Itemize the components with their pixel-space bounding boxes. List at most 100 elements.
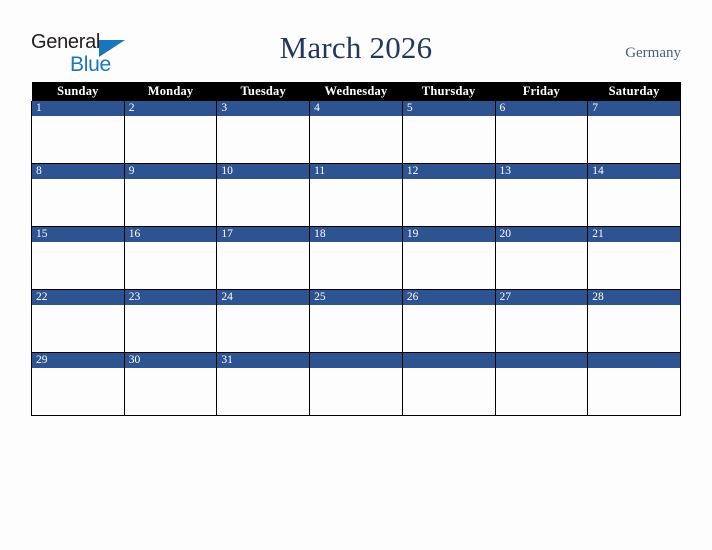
calendar-day-cell[interactable]: 25 (309, 289, 403, 353)
calendar-day-cell[interactable]: 29 (31, 352, 125, 416)
day-events[interactable] (403, 179, 495, 226)
weekday-header-tuesday: Tuesday (216, 82, 310, 101)
day-number: 21 (588, 227, 680, 242)
calendar-body: 1 2 3 4 5 6 7 8 9 10 11 12 13 14 15 16 1… (31, 101, 681, 416)
day-events[interactable] (496, 116, 588, 163)
calendar-day-cell[interactable]: 7 (587, 101, 681, 164)
day-events[interactable] (496, 368, 588, 415)
day-number: 6 (495, 101, 588, 116)
day-number: 12 (402, 164, 495, 179)
day-number: 5 (402, 101, 495, 116)
calendar-day-cell[interactable]: 6 (494, 101, 589, 164)
calendar-day-cell[interactable]: 15 (31, 226, 125, 290)
calendar-day-cell[interactable]: 13 (494, 163, 589, 227)
calendar-week-row: 8 9 10 11 12 13 14 (31, 163, 681, 227)
calendar-day-cell[interactable]: 1 (31, 101, 125, 164)
day-events[interactable] (32, 179, 124, 226)
day-events[interactable] (588, 305, 680, 352)
day-events[interactable] (125, 305, 217, 352)
day-events[interactable] (217, 116, 309, 163)
day-events[interactable] (496, 305, 588, 352)
calendar-day-cell[interactable]: 5 (401, 101, 496, 164)
day-events[interactable] (588, 242, 680, 289)
day-events[interactable] (310, 116, 402, 163)
day-events[interactable] (310, 368, 402, 415)
day-number: 16 (124, 227, 217, 242)
calendar-day-cell[interactable]: 20 (494, 226, 589, 290)
day-number: 22 (32, 290, 124, 305)
day-events[interactable] (403, 368, 495, 415)
day-events[interactable] (310, 305, 402, 352)
weekday-header-monday: Monday (124, 82, 217, 101)
weekday-header-wednesday: Wednesday (309, 82, 403, 101)
calendar-day-cell[interactable]: 8 (31, 163, 125, 227)
calendar-day-cell[interactable]: 4 (309, 101, 403, 164)
day-number: 25 (310, 290, 402, 305)
calendar-grid: Sunday Monday Tuesday Wednesday Thursday… (31, 82, 681, 416)
day-number (310, 353, 402, 368)
day-events[interactable] (310, 242, 402, 289)
day-events[interactable] (588, 368, 680, 415)
calendar-day-cell[interactable]: 26 (401, 289, 496, 353)
day-events[interactable] (496, 242, 588, 289)
day-events[interactable] (403, 305, 495, 352)
day-events[interactable] (217, 305, 309, 352)
day-number: 7 (588, 101, 680, 116)
calendar-day-cell[interactable]: 18 (309, 226, 403, 290)
calendar-page: General Blue March 2026 Germany Sunday M… (0, 0, 712, 550)
calendar-day-cell[interactable]: 16 (123, 226, 218, 290)
day-events[interactable] (588, 179, 680, 226)
calendar-day-cell-empty[interactable] (309, 352, 403, 416)
calendar-day-cell[interactable]: 31 (216, 352, 311, 416)
day-number (588, 353, 680, 368)
day-number: 10 (217, 164, 310, 179)
calendar-day-cell[interactable]: 21 (587, 226, 681, 290)
calendar-day-cell[interactable]: 27 (494, 289, 589, 353)
calendar-day-cell[interactable]: 24 (216, 289, 311, 353)
day-number: 8 (32, 164, 124, 179)
day-number (495, 353, 588, 368)
day-events[interactable] (32, 116, 124, 163)
day-number: 14 (588, 164, 680, 179)
calendar-day-cell[interactable]: 19 (401, 226, 496, 290)
day-events[interactable] (403, 116, 495, 163)
day-events[interactable] (588, 116, 680, 163)
day-number (402, 353, 495, 368)
calendar-day-cell[interactable]: 22 (31, 289, 125, 353)
day-events[interactable] (217, 242, 309, 289)
day-number: 29 (32, 353, 124, 368)
calendar-day-cell[interactable]: 14 (587, 163, 681, 227)
day-number: 20 (495, 227, 588, 242)
day-events[interactable] (496, 179, 588, 226)
calendar-day-cell[interactable]: 17 (216, 226, 311, 290)
calendar-day-cell[interactable]: 10 (216, 163, 311, 227)
day-number: 9 (124, 164, 217, 179)
calendar-day-cell[interactable]: 9 (123, 163, 218, 227)
day-events[interactable] (403, 242, 495, 289)
calendar-day-cell[interactable]: 30 (123, 352, 218, 416)
day-number: 24 (217, 290, 310, 305)
day-events[interactable] (217, 368, 309, 415)
calendar-day-cell[interactable]: 11 (309, 163, 403, 227)
day-events[interactable] (125, 116, 217, 163)
calendar-day-cell-empty[interactable] (401, 352, 496, 416)
calendar-day-cell-empty[interactable] (587, 352, 681, 416)
day-number: 15 (32, 227, 124, 242)
day-events[interactable] (217, 179, 309, 226)
calendar-day-cell[interactable]: 2 (123, 101, 218, 164)
day-events[interactable] (310, 179, 402, 226)
calendar-day-cell-empty[interactable] (494, 352, 589, 416)
day-events[interactable] (125, 368, 217, 415)
day-events[interactable] (125, 242, 217, 289)
calendar-day-cell[interactable]: 3 (216, 101, 311, 164)
day-events[interactable] (32, 368, 124, 415)
day-events[interactable] (32, 242, 124, 289)
calendar-day-cell[interactable]: 12 (401, 163, 496, 227)
day-events[interactable] (32, 305, 124, 352)
day-number: 1 (32, 101, 124, 116)
day-events[interactable] (125, 179, 217, 226)
calendar-day-cell[interactable]: 28 (587, 289, 681, 353)
weekday-header-thursday: Thursday (402, 82, 496, 101)
day-number: 28 (588, 290, 680, 305)
calendar-day-cell[interactable]: 23 (123, 289, 218, 353)
